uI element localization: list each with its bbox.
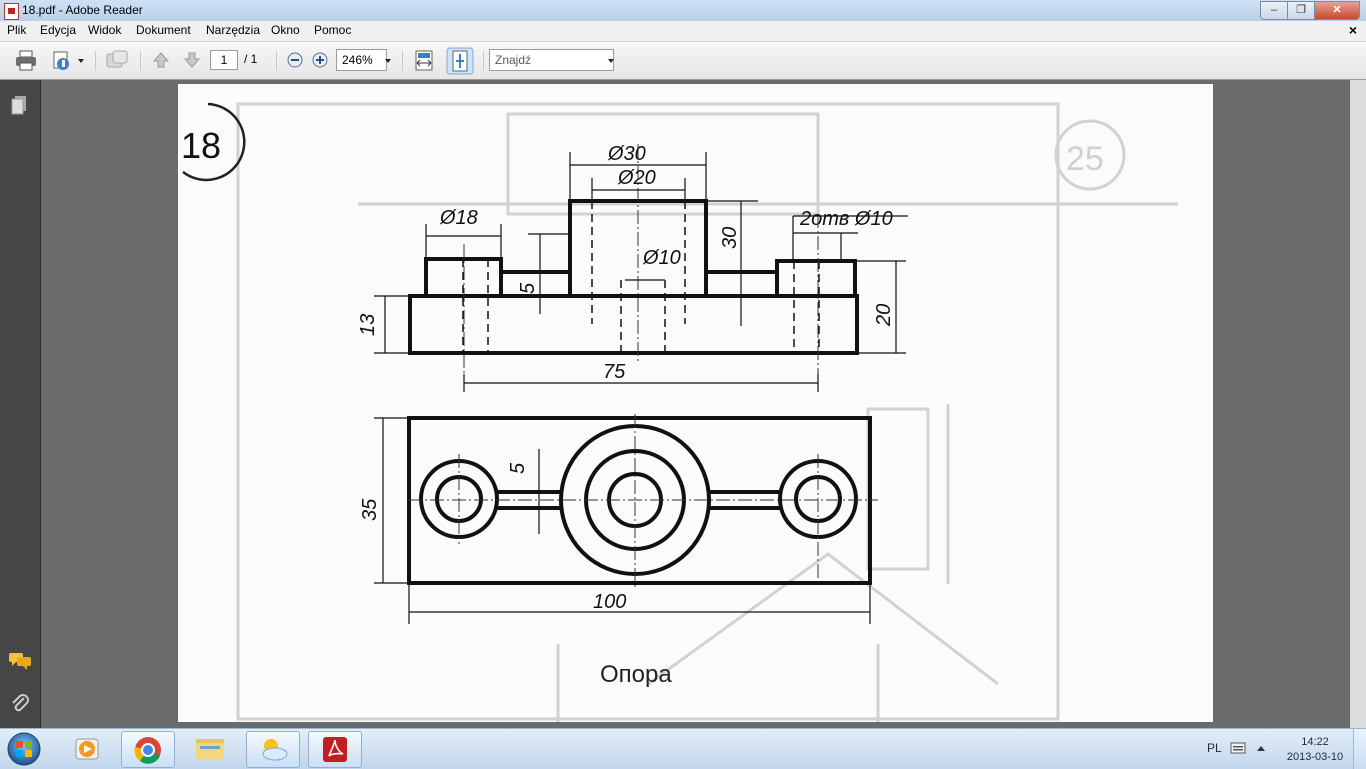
zoom-dropdown-arrow[interactable]	[385, 59, 391, 63]
menu-edycja[interactable]: Edycja	[40, 23, 76, 37]
comments-panel-icon[interactable]	[8, 651, 32, 671]
start-button[interactable]	[2, 730, 46, 768]
menu-pomoc[interactable]: Pomoc	[314, 23, 351, 37]
keyboard-icon[interactable]	[1230, 742, 1246, 754]
technical-drawing: 25 18 Ø30 Ø20 Ø18 2отв Ø10 Ø10 30 5 13 2…	[181, 102, 1178, 722]
pages-panel-icon[interactable]	[10, 94, 30, 116]
drawing-number: 18	[181, 125, 221, 166]
attachments-panel-icon[interactable]	[9, 693, 31, 715]
system-clock[interactable]: 14:22 2013-03-10	[1280, 735, 1350, 765]
window-title: 18.pdf - Adobe Reader	[22, 3, 143, 17]
top-view-centerlines	[408, 414, 878, 589]
toolbar-separator	[140, 51, 141, 71]
share-dropdown-arrow[interactable]	[78, 59, 84, 63]
show-hidden-icons-icon[interactable]	[1255, 743, 1267, 753]
file-explorer-taskbar-icon[interactable]	[184, 731, 236, 766]
menu-okno[interactable]: Okno	[271, 23, 300, 37]
zoom-in-icon[interactable]	[312, 52, 328, 68]
close-document-icon[interactable]: ×	[1349, 22, 1357, 38]
dim-diameter-30: Ø30	[607, 143, 646, 165]
toolbar-separator	[276, 51, 277, 71]
ghost-background	[236, 102, 1178, 722]
dim-slot-5: 5	[507, 462, 529, 474]
weather-app-taskbar-icon[interactable]	[246, 731, 300, 768]
dim-width-100: 100	[593, 591, 626, 613]
clock-time: 14:22	[1301, 736, 1329, 748]
dim-width-75: 75	[603, 361, 626, 383]
vertical-scrollbar[interactable]	[1350, 80, 1366, 728]
pdf-file-icon	[4, 3, 19, 20]
front-view-hidden-lines	[462, 201, 820, 353]
find-input[interactable]: Znajdź	[489, 49, 614, 71]
share-document-icon[interactable]	[50, 48, 78, 74]
show-desktop-button[interactable]	[1353, 729, 1366, 769]
menu-bar: Plik Edycja Widok Dokument Narzędzia Okn…	[0, 21, 1366, 42]
minimize-button[interactable]: –	[1260, 1, 1288, 20]
page-total: / 1	[244, 52, 258, 66]
pdf-page: 25 18 Ø30 Ø20 Ø18 2отв Ø10 Ø10 30 5 13 2…	[178, 84, 1213, 722]
dim-diameter-18: Ø18	[439, 207, 478, 229]
toolbar-separator	[402, 51, 403, 71]
chrome-taskbar-icon[interactable]	[121, 731, 175, 768]
next-page-icon[interactable]	[182, 50, 202, 70]
collaborate-icon[interactable]	[104, 48, 130, 74]
menu-widok[interactable]: Widok	[88, 23, 121, 37]
zoom-level-input[interactable]: 246%	[336, 49, 387, 71]
toolbar-separator	[95, 51, 96, 71]
close-button[interactable]: ✕	[1315, 1, 1360, 20]
fit-page-icon[interactable]	[446, 47, 474, 75]
dim-holes-2x-diameter-10: 2отв Ø10	[799, 208, 893, 230]
menu-dokument[interactable]: Dokument	[136, 23, 191, 37]
toolbar-separator	[483, 51, 484, 71]
clock-date: 2013-03-10	[1286, 751, 1344, 763]
media-player-taskbar-icon[interactable]	[62, 731, 114, 766]
adobe-reader-taskbar-icon[interactable]	[308, 731, 362, 768]
menu-plik[interactable]: Plik	[7, 23, 26, 37]
navigation-panel	[0, 80, 41, 728]
menu-narzedzia[interactable]: Narzędzia	[206, 23, 260, 37]
fit-width-icon[interactable]	[413, 49, 435, 73]
dim-step-5: 5	[517, 282, 539, 294]
dim-height-13: 13	[357, 314, 379, 336]
print-icon[interactable]	[14, 49, 40, 73]
language-indicator[interactable]: PL	[1207, 741, 1222, 755]
dim-diameter-10: Ø10	[642, 247, 681, 269]
zoom-out-icon[interactable]	[287, 52, 303, 68]
dim-depth-35: 35	[359, 498, 381, 521]
dim-height-30: 30	[719, 227, 741, 249]
title-bar: 18.pdf - Adobe Reader – ❐ ✕	[0, 0, 1366, 21]
ghost-page-number: 25	[1066, 140, 1104, 178]
window-controls: – ❐ ✕	[1260, 1, 1360, 20]
taskbar: PL 14:22 2013-03-10	[0, 728, 1366, 769]
drawing-caption: Опора	[600, 661, 672, 688]
dim-height-20: 20	[873, 304, 895, 327]
dim-diameter-20: Ø20	[617, 167, 656, 189]
restore-button[interactable]: ❐	[1288, 1, 1315, 20]
previous-page-icon[interactable]	[151, 50, 171, 70]
find-dropdown-arrow[interactable]	[608, 59, 614, 63]
toolbar	[0, 42, 1366, 80]
page-number-input[interactable]: 1	[210, 50, 238, 70]
